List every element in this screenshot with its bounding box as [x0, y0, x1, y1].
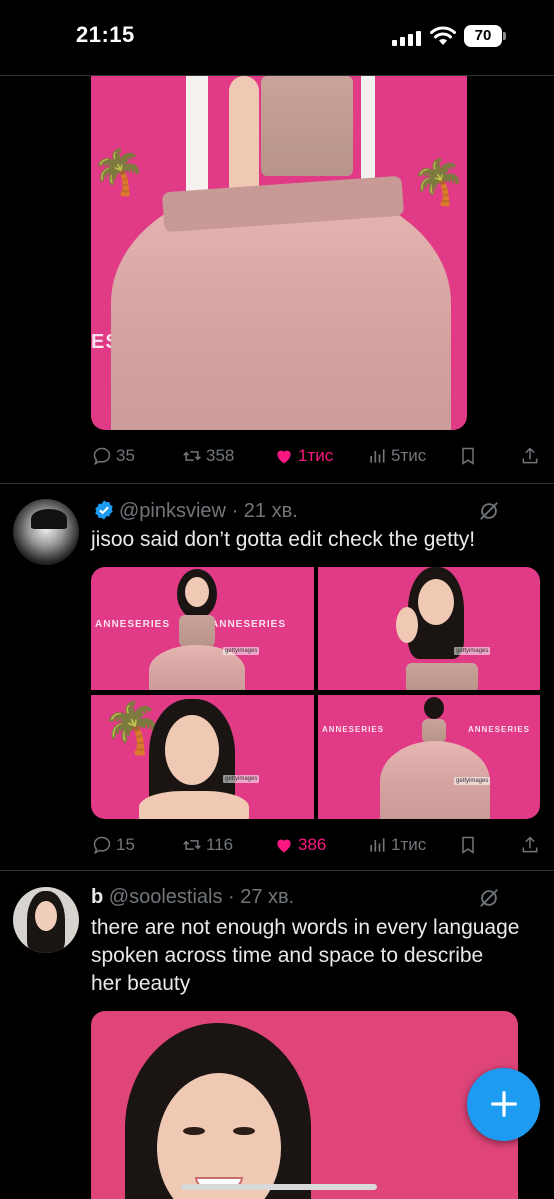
face	[185, 577, 209, 607]
compose-tweet-button[interactable]	[467, 1068, 540, 1141]
tweet3-text-line: her beauty	[91, 972, 191, 995]
retweet-button[interactable]: 116	[182, 832, 233, 858]
status-time: 21:15	[76, 22, 135, 47]
reply-button[interactable]: 15	[92, 832, 135, 858]
like-button[interactable]: 1тис	[274, 443, 333, 469]
views-button[interactable]: 5тис	[367, 443, 426, 469]
tweet3-text-line: spoken across time and space to describe	[91, 944, 484, 967]
tweet3-display-name[interactable]: b	[91, 886, 103, 908]
status-bar: 21:15 70	[0, 0, 554, 76]
reply-count: 35	[116, 446, 135, 465]
getty-watermark: gettyimages	[454, 777, 491, 785]
plus-icon	[490, 1091, 517, 1117]
views-count: 1тис	[391, 835, 427, 854]
tweet2-text: jisoo said don’t gotta edit check the ge…	[91, 528, 476, 551]
grok-icon[interactable]	[478, 887, 500, 909]
views-count: 5тис	[391, 446, 427, 465]
reply-icon	[93, 836, 111, 855]
avatar[interactable]	[13, 887, 79, 953]
share-button[interactable]	[520, 832, 544, 858]
views-chart-icon	[370, 838, 385, 852]
backdrop-text: ANNESERIES	[322, 725, 385, 734]
avatar[interactable]	[13, 499, 79, 565]
dress-bodice	[179, 615, 215, 647]
reply-count: 15	[116, 835, 135, 854]
like-button[interactable]: 386	[274, 832, 326, 858]
views-chart-icon	[370, 449, 385, 463]
tweet2-media-image-3[interactable]: 🌴 gettyimages	[91, 695, 314, 819]
tweet1-media-image[interactable]: 🌴 🌴 CA ESERI	[91, 76, 467, 430]
eye	[183, 1127, 205, 1135]
share-icon	[522, 447, 538, 464]
tweet2-header: @pinksview · 21 хв.	[93, 499, 298, 523]
share-button[interactable]	[520, 443, 544, 469]
views-button[interactable]: 1тис	[367, 832, 426, 858]
bookmark-button[interactable]	[458, 832, 482, 858]
tweet1-actions: 35 358 1тис 5тис	[92, 443, 542, 469]
getty-watermark: gettyimages	[223, 775, 260, 783]
tweet2-actions: 15 116 386 1тис	[92, 832, 542, 858]
eye	[233, 1127, 255, 1135]
hair	[424, 697, 444, 719]
tweet2-media-image-1[interactable]: ANNESERIES ANNESERIES gettyimages	[91, 567, 314, 690]
wifi-icon	[430, 26, 456, 45]
face	[165, 715, 219, 785]
reply-icon	[93, 447, 111, 466]
retweet-count: 358	[206, 446, 235, 465]
tweet-divider	[0, 483, 554, 484]
battery-level: 70	[464, 25, 502, 47]
retweet-button[interactable]: 358	[182, 443, 234, 469]
home-indicator[interactable]	[181, 1184, 377, 1190]
tweet3-media-image[interactable]	[91, 1011, 518, 1199]
tweet3-handle[interactable]: @soolestials	[109, 886, 223, 908]
like-count: 386	[298, 835, 327, 854]
tweet2-handle[interactable]: @pinksview	[119, 500, 226, 522]
getty-watermark: gettyimages	[454, 647, 491, 655]
like-count: 1тис	[298, 446, 334, 465]
palm-logo-icon: 🌴	[411, 158, 466, 207]
tweet3-header: b @soolestials · 27 хв.	[91, 886, 294, 909]
getty-watermark: gettyimages	[223, 647, 260, 655]
tweet3-text: there are not enough words in every lang…	[91, 914, 541, 998]
tweet2-media-image-4[interactable]: ANNESERIES ANNESERIES gettyimages	[318, 695, 540, 819]
heart-filled-icon	[277, 839, 291, 853]
tweet2-media-image-2[interactable]: gettyimages	[318, 567, 540, 690]
backdrop-text: ANNESERIES	[95, 619, 171, 630]
grok-icon[interactable]	[478, 500, 500, 522]
bookmark-icon	[462, 447, 474, 465]
retweet-count: 116	[206, 835, 234, 854]
share-icon	[522, 836, 538, 853]
dress-bodice	[261, 76, 353, 176]
heart-filled-icon	[277, 450, 291, 464]
verified-badge-icon	[95, 500, 113, 520]
face	[418, 579, 454, 625]
dress-bodice	[422, 719, 446, 743]
bookmark-button[interactable]	[458, 443, 482, 469]
tweet3-text-line: there are not enough words in every lang…	[91, 916, 520, 939]
reply-button[interactable]: 35	[92, 443, 135, 469]
tweet3-time: · 27 хв.	[228, 886, 295, 908]
raised-hand	[396, 607, 418, 643]
tweet2-time: · 21 хв.	[231, 500, 298, 522]
cellular-signal-icon	[392, 30, 422, 46]
palm-logo-icon: 🌴	[91, 148, 146, 197]
tweet-divider	[0, 870, 554, 871]
retweet-icon	[183, 451, 201, 461]
backdrop-text: ANNESERIES	[468, 725, 531, 734]
shoulders	[139, 791, 249, 819]
battery-nub	[503, 32, 506, 40]
dress-bodice	[406, 663, 478, 690]
bookmark-icon	[462, 836, 474, 854]
backdrop-text: ANNESERIES	[211, 619, 287, 630]
retweet-icon	[183, 840, 201, 850]
